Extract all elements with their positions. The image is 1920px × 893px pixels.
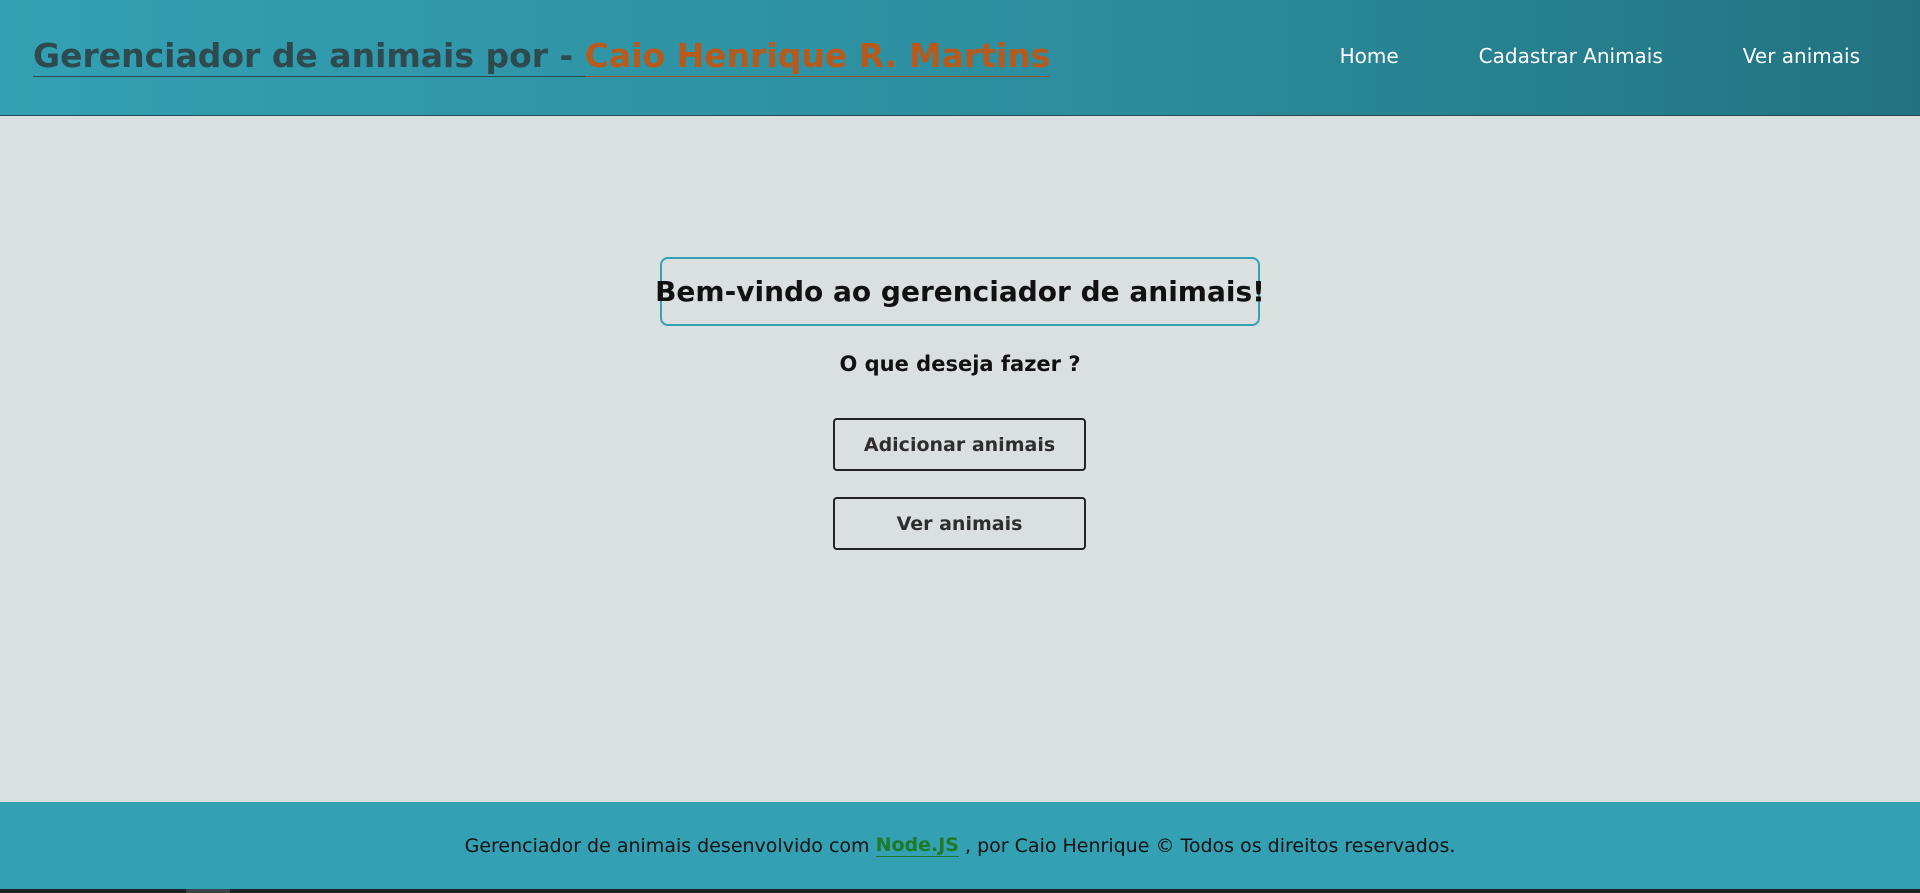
nav-cadastrar-animais[interactable]: Cadastrar Animais bbox=[1479, 44, 1663, 68]
brand-link[interactable]: Gerenciador de animais por - Caio Henriq… bbox=[33, 36, 1051, 77]
welcome-heading: Bem-vindo ao gerenciador de animais! bbox=[655, 257, 1265, 326]
footer-text-before: Gerenciador de animais desenvolvido com bbox=[464, 834, 876, 857]
nav-ver-animais[interactable]: Ver animais bbox=[1743, 44, 1860, 68]
site-footer: Gerenciador de animais desenvolvido com … bbox=[0, 802, 1920, 889]
site-header: Gerenciador de animais por - Caio Henriq… bbox=[0, 0, 1920, 116]
horizontal-scrollbar[interactable] bbox=[0, 889, 1920, 893]
nodejs-link[interactable]: Node.JS bbox=[875, 834, 959, 857]
question-text: O que deseja fazer ? bbox=[839, 352, 1081, 376]
footer-text-after: , por Caio Henrique © Todos os direitos … bbox=[959, 834, 1456, 857]
nav-home[interactable]: Home bbox=[1340, 44, 1399, 68]
view-animals-button[interactable]: Ver animais bbox=[833, 497, 1086, 550]
scrollbar-thumb[interactable] bbox=[186, 889, 230, 893]
main-nav: Home Cadastrar Animais Ver animais bbox=[1340, 44, 1860, 68]
main-content: Bem-vindo ao gerenciador de animais! O q… bbox=[0, 117, 1920, 802]
add-animals-button[interactable]: Adicionar animais bbox=[833, 418, 1086, 471]
brand-author-name: Caio Henrique R. Martins bbox=[584, 36, 1051, 77]
brand-prefix: Gerenciador de animais por - bbox=[33, 36, 585, 77]
